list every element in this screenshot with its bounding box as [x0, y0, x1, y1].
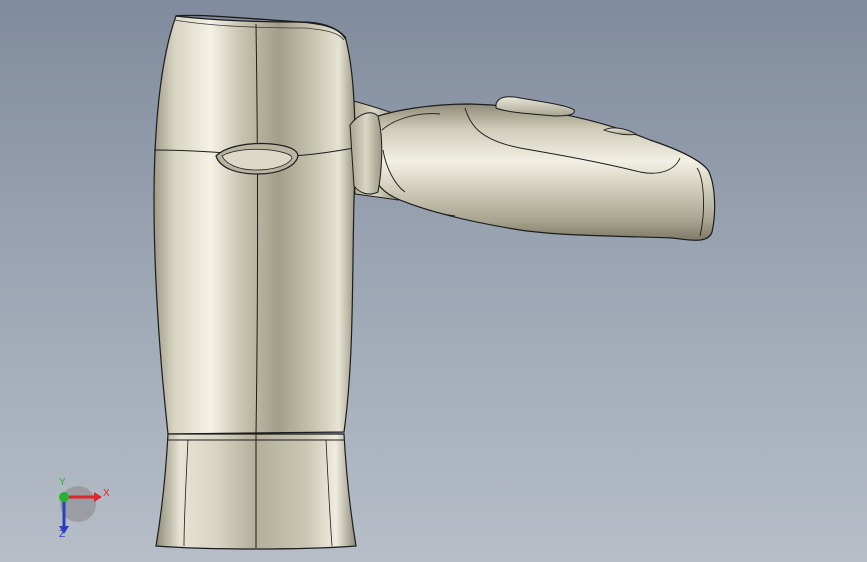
y-axis-icon — [59, 492, 69, 502]
hair-dryer-model[interactable] — [0, 0, 867, 562]
axis-triad: X Y Z — [48, 477, 118, 550]
x-axis-arrow-icon — [94, 492, 102, 502]
neck-ring — [349, 112, 383, 195]
dryer-body — [153, 15, 356, 435]
y-axis-label: Y — [59, 477, 66, 488]
x-axis-label: X — [103, 488, 110, 499]
z-axis-label: Z — [59, 529, 66, 540]
graphics-viewport[interactable]: X Y Z — [0, 0, 867, 562]
